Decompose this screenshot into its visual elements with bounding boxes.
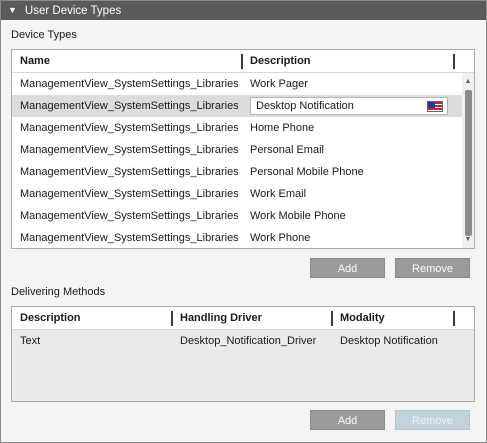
device-types-label: Device Types xyxy=(11,29,77,41)
table-row[interactable]: ManagementView_SystemSettings_Libraries_… xyxy=(12,161,462,183)
delivering-methods-label: Delivering Methods xyxy=(11,286,106,298)
cell-name: ManagementView_SystemSettings_Libraries_ xyxy=(20,100,238,112)
column-separator[interactable] xyxy=(171,311,173,326)
device-types-grid: Name Description ManagementView_SystemSe… xyxy=(11,49,475,249)
device-types-remove-button[interactable]: Remove xyxy=(395,258,470,278)
us-flag-icon[interactable] xyxy=(427,101,443,112)
cell-description: Home Phone xyxy=(250,122,315,134)
column-header-name[interactable]: Name xyxy=(20,50,50,73)
delivering-methods-header: Description Handling Driver Modality xyxy=(12,307,474,330)
description-edit-field[interactable]: Desktop Notification xyxy=(250,97,448,115)
cell-description: Text xyxy=(20,335,41,347)
column-header-description[interactable]: Description xyxy=(20,307,81,330)
vertical-scrollbar[interactable]: ▲ ▼ xyxy=(462,73,474,248)
table-row[interactable]: Text Desktop_Notification_Driver Desktop… xyxy=(12,330,474,352)
table-row-selected[interactable]: ManagementView_SystemSettings_Libraries_… xyxy=(12,95,462,117)
column-header-handling-driver[interactable]: Handling Driver xyxy=(180,307,262,330)
cell-name: ManagementView_SystemSettings_Libraries_ xyxy=(20,144,238,156)
cell-name: ManagementView_SystemSettings_Libraries_ xyxy=(20,166,238,178)
description-edit-value: Desktop Notification xyxy=(256,100,354,112)
cell-description: Personal Email xyxy=(250,144,324,156)
column-separator[interactable] xyxy=(453,54,455,69)
table-row[interactable]: ManagementView_SystemSettings_Libraries_… xyxy=(12,73,462,95)
user-device-types-panel: ▼ User Device Types Device Types Name De… xyxy=(0,0,487,443)
table-row[interactable]: ManagementView_SystemSettings_Libraries_… xyxy=(12,183,462,205)
delivering-methods-add-button[interactable]: Add xyxy=(310,410,385,430)
device-types-header: Name Description xyxy=(12,50,474,73)
table-row[interactable]: ManagementView_SystemSettings_Libraries_… xyxy=(12,117,462,139)
panel-title: User Device Types xyxy=(24,4,122,17)
scroll-down-arrow-icon[interactable]: ▼ xyxy=(462,234,474,246)
panel-header[interactable]: ▼ User Device Types xyxy=(1,1,486,20)
column-separator[interactable] xyxy=(331,311,333,326)
scrollbar-thumb[interactable] xyxy=(465,90,472,236)
cell-name: ManagementView_SystemSettings_Libraries_ xyxy=(20,210,238,222)
scroll-up-arrow-icon[interactable]: ▲ xyxy=(462,76,474,88)
delivering-methods-remove-button[interactable]: Remove xyxy=(395,410,470,430)
column-separator[interactable] xyxy=(453,311,455,326)
cell-description: Personal Mobile Phone xyxy=(250,166,364,178)
cell-description: Work Email xyxy=(250,188,307,200)
cell-name: ManagementView_SystemSettings_Libraries_ xyxy=(20,188,238,200)
table-row[interactable]: ManagementView_SystemSettings_Libraries_… xyxy=(12,227,462,248)
cell-description: Work Mobile Phone xyxy=(250,210,346,222)
cell-description: Work Phone xyxy=(250,232,311,244)
table-row[interactable]: ManagementView_SystemSettings_Libraries_… xyxy=(12,139,462,161)
column-header-description[interactable]: Description xyxy=(250,50,311,73)
cell-name: ManagementView_SystemSettings_Libraries_ xyxy=(20,78,238,90)
collapse-triangle-icon[interactable]: ▼ xyxy=(8,6,17,15)
cell-description: Work Pager xyxy=(250,78,308,90)
column-separator[interactable] xyxy=(241,54,243,69)
cell-modality: Desktop Notification xyxy=(340,335,438,347)
table-row[interactable]: ManagementView_SystemSettings_Libraries_… xyxy=(12,205,462,227)
delivering-methods-grid: Description Handling Driver Modality Tex… xyxy=(11,306,475,402)
cell-name: ManagementView_SystemSettings_Libraries_ xyxy=(20,122,238,134)
cell-handling-driver: Desktop_Notification_Driver xyxy=(180,335,317,347)
column-header-modality[interactable]: Modality xyxy=(340,307,385,330)
device-types-add-button[interactable]: Add xyxy=(310,258,385,278)
cell-name: ManagementView_SystemSettings_Libraries_ xyxy=(20,232,238,244)
